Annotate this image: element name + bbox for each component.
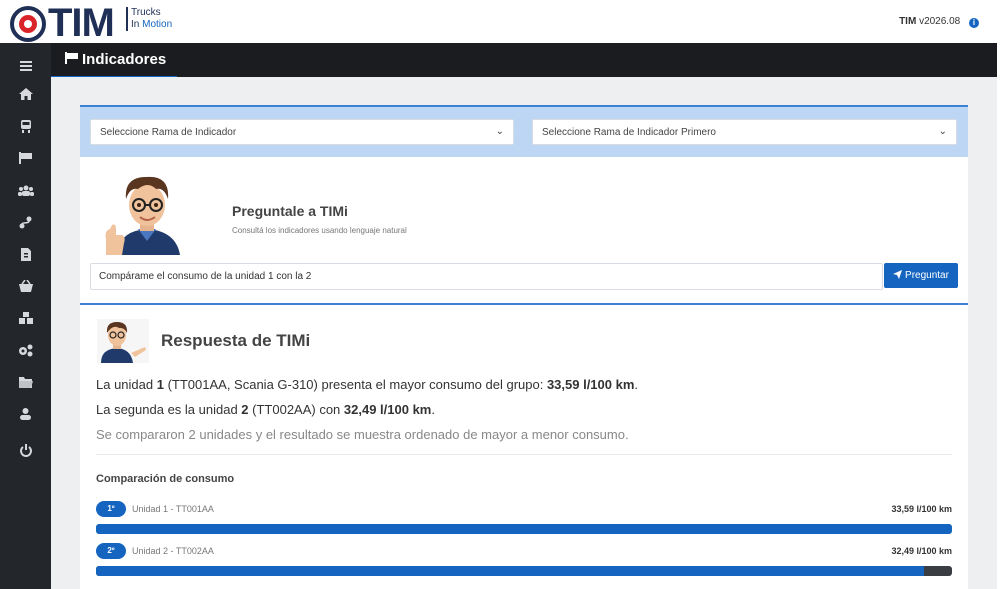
home-icon[interactable]	[0, 83, 51, 105]
chevron-down-icon: ⌄	[938, 126, 947, 137]
unit-label: Unidad 1 - TT001AA	[132, 504, 214, 514]
line2-consumption: 32,49 l/100 km	[343, 402, 432, 417]
sidebar	[0, 43, 51, 589]
unit-label: Unidad 2 - TT002AA	[132, 546, 214, 556]
main-content: Seleccione Rama de Indicador ⌄ Seleccion…	[51, 77, 997, 589]
response-card: Respuesta de TIMi La unidad 1 (TT001AA, …	[80, 303, 968, 589]
boxes-icon[interactable]	[0, 307, 51, 329]
cogs-icon[interactable]	[0, 339, 51, 361]
ask-button[interactable]: Preguntar	[884, 263, 958, 288]
response-line-1: La unidad 1 (TT001AA, Scania G-310) pres…	[96, 377, 638, 392]
unit-consumption: 32,49 l/100 km	[891, 546, 952, 556]
line2-text-a: La segunda es la unidad	[96, 402, 242, 417]
timi-avatar-small	[97, 319, 149, 363]
filter-strip: Seleccione Rama de Indicador ⌄ Seleccion…	[80, 107, 968, 157]
info-icon[interactable]: i	[969, 18, 979, 28]
document-icon[interactable]	[0, 243, 51, 265]
branch-select-placeholder: Seleccione Rama de Indicador	[100, 127, 237, 138]
timi-avatar	[105, 176, 180, 255]
users-icon[interactable]	[0, 179, 51, 201]
line1-unit-number: 1	[156, 377, 164, 392]
truck-icon[interactable]	[0, 115, 51, 137]
branch-select[interactable]: Seleccione Rama de Indicador ⌄	[90, 119, 514, 145]
line1-text-a: La unidad	[96, 377, 157, 392]
ask-title: Preguntale a TIMi	[232, 203, 348, 219]
logo-tag-in: In	[131, 19, 140, 30]
version-number: v2026.08	[919, 16, 961, 27]
wheel-logo-icon	[10, 6, 46, 42]
logo-tag-motion: Motion	[142, 19, 173, 30]
response-line-3: Se compararon 2 unidades y el resultado …	[96, 427, 629, 442]
tim-logo[interactable]: TIM Trucks In Motion	[8, 1, 238, 45]
consumption-bar-fill	[96, 566, 924, 576]
ask-card: Seleccione Rama de Indicador ⌄ Seleccion…	[80, 105, 968, 303]
page-title-text: Indicadores	[82, 51, 167, 68]
version-info: TIM v2026.08 i	[899, 16, 979, 28]
chevron-down-icon: ⌄	[495, 126, 504, 137]
consumption-bar	[96, 566, 952, 576]
line1-text-c: (TT001AA, Scania G-310) presenta el mayo…	[163, 377, 547, 392]
line1-text-e: .	[634, 377, 639, 392]
consumption-bar	[96, 524, 952, 534]
power-icon[interactable]	[0, 439, 51, 461]
unit-consumption: 33,59 l/100 km	[891, 504, 952, 514]
menu-icon[interactable]	[0, 55, 51, 77]
logo-wordmark: TIM	[48, 1, 115, 45]
line2-text-e: .	[431, 402, 435, 417]
flag-icon	[65, 51, 78, 68]
logo-tagline: Trucks In Motion	[126, 7, 172, 31]
indicator-select[interactable]: Seleccione Rama de Indicador Primero ⌄	[532, 119, 957, 145]
ask-button-label: Preguntar	[905, 270, 949, 281]
line1-consumption: 33,59 l/100 km	[546, 377, 635, 392]
indicator-select-placeholder: Seleccione Rama de Indicador Primero	[542, 127, 716, 138]
folder-icon[interactable]	[0, 371, 51, 393]
version-app: TIM	[899, 16, 917, 27]
send-icon	[893, 269, 903, 282]
response-title: Respuesta de TIMi	[161, 331, 311, 350]
flag-icon[interactable]	[0, 147, 51, 169]
ask-subtitle: Consultá los indicadores usando lenguaje…	[232, 226, 407, 235]
consumption-bar-fill	[96, 524, 952, 534]
divider	[96, 454, 952, 455]
ask-input[interactable]: Compárame el consumo de la unidad 1 con …	[90, 263, 883, 290]
route-icon[interactable]	[0, 211, 51, 233]
response-line-2: La segunda es la unidad 2 (TT002AA) con …	[96, 402, 435, 417]
rank-badge: 1º	[96, 501, 126, 517]
comparison-title: Comparación de consumo	[96, 473, 235, 485]
page-title-bar: Indicadores	[51, 43, 997, 79]
line2-unit-number: 2	[241, 402, 249, 417]
page-title: Indicadores	[65, 51, 166, 68]
rank-badge: 2º	[96, 543, 126, 559]
top-header: TIM Trucks In Motion TIM v2026.08 i	[0, 0, 997, 45]
basket-icon[interactable]	[0, 275, 51, 297]
user-icon[interactable]	[0, 403, 51, 425]
logo-tag-trucks: Trucks	[131, 7, 161, 18]
line2-text-c: (TT002AA) con	[248, 402, 344, 417]
